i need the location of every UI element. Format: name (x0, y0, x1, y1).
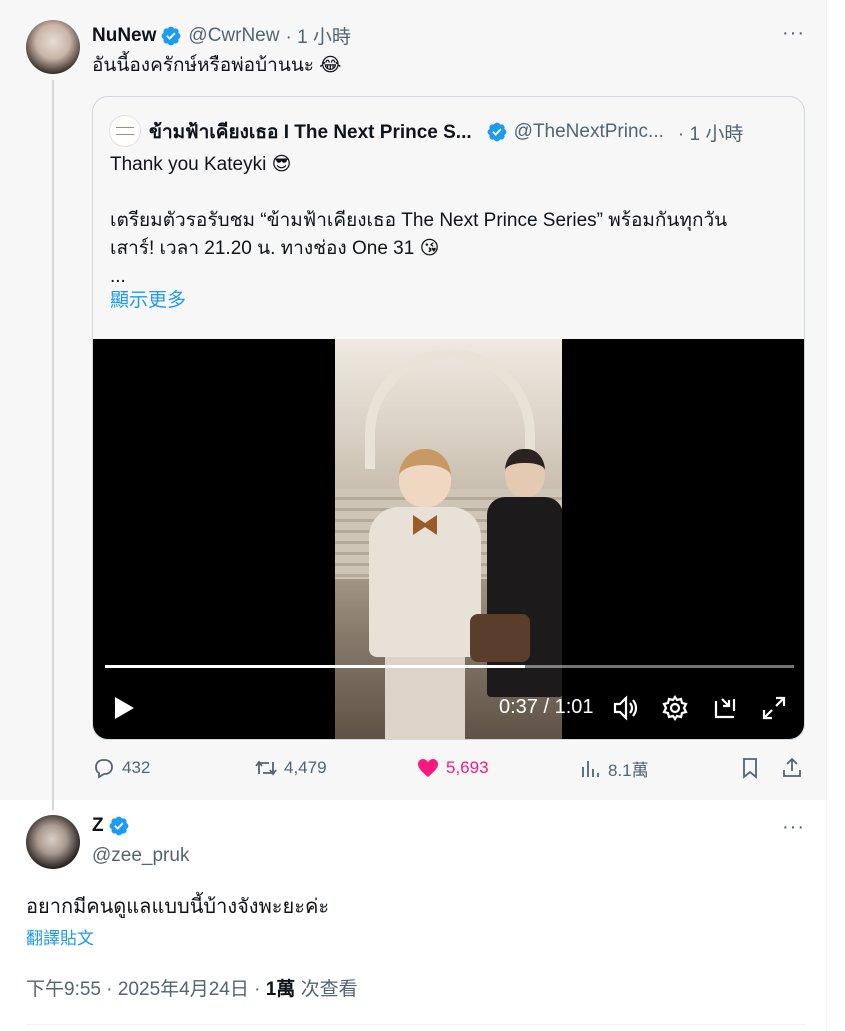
quote-author-handle[interactable]: @TheNextPrinc... (514, 121, 664, 143)
quote-text-line1: Thank you Kateyki 😎 (110, 154, 292, 175)
show-more-link[interactable]: 顯示更多 (110, 287, 186, 315)
video-progress-bar[interactable] (105, 665, 794, 668)
quote-text-line2: เตรียมตัวรอรับชม “ข้ามฟ้าเคียงเธอ The Ne… (110, 210, 728, 231)
parent-header: NuNew @CwrNew · 1 小時 (92, 22, 351, 49)
translate-link[interactable]: 翻譯貼文 (26, 925, 94, 953)
parent-tweet[interactable]: NuNew @CwrNew · 1 小時 ··· อันนี้องครักษ์ห… (0, 0, 826, 810)
views-button[interactable]: 8.1萬 (578, 756, 649, 781)
quote-header: ข้ามฟ้าเคียงเธอ I The Next Prince S... @… (149, 117, 743, 147)
views-count: 8.1萬 (608, 761, 649, 780)
play-icon[interactable] (109, 693, 139, 723)
settings-icon[interactable] (660, 693, 690, 723)
video-player[interactable]: 0:37 / 1:01 (93, 339, 804, 739)
video-time: 0:37 / 1:01 (499, 696, 594, 718)
author-name[interactable]: Z (92, 815, 104, 837)
reply-header: Z (92, 815, 130, 837)
repost-count: 4,479 (284, 758, 327, 777)
more-options-icon[interactable]: ··· (782, 816, 805, 839)
share-icon (783, 757, 801, 777)
dock-icon[interactable] (710, 693, 740, 723)
quote-avatar[interactable] (109, 115, 141, 147)
author-handle[interactable]: @CwrNew (188, 25, 279, 47)
like-button[interactable]: 5,693 (416, 756, 489, 780)
like-count: 5,693 (446, 758, 489, 777)
verified-badge-icon (487, 122, 507, 142)
quoted-tweet[interactable]: ข้ามฟ้าเคียงเธอ I The Next Prince S... @… (92, 96, 805, 740)
video-progress-fill (105, 665, 526, 668)
reply-button[interactable]: 432 (92, 756, 150, 780)
bookmark-button[interactable] (738, 756, 768, 780)
avatar[interactable] (26, 20, 80, 74)
repost-button[interactable]: 4,479 (254, 756, 327, 780)
more-options-icon[interactable]: ··· (782, 22, 805, 45)
bookmark-icon (743, 758, 757, 779)
fullscreen-icon[interactable] (759, 693, 789, 723)
views-icon (582, 760, 599, 777)
author-name[interactable]: NuNew (92, 25, 156, 47)
post-time[interactable]: · 1 小時 (285, 22, 350, 49)
column-border (826, 0, 827, 1031)
divider (26, 1024, 806, 1025)
video-frame (335, 339, 562, 739)
timestamp[interactable]: 下午9:55 · 2025年4月24日 · (26, 979, 266, 1000)
quote-post-time[interactable]: · 1 小時 (678, 119, 743, 146)
reply-icon (95, 759, 113, 779)
quote-text-line3: เสาร์! เวลา 21.20 น. ทางช่อง One 31 😘 (110, 238, 440, 259)
tweet-meta: 下午9:55 · 2025年4月24日 · 1萬 次查看 (26, 974, 358, 1001)
action-bar: 432 4,479 5,693 8.1萬 (92, 756, 805, 786)
tweet-thread: NuNew @CwrNew · 1 小時 ··· อันนี้องครักษ์ห… (0, 0, 845, 1031)
share-button[interactable] (780, 756, 810, 780)
heart-icon (418, 759, 438, 777)
tweet-text: อันนี้องครักษ์หรือพ่อบ้านนะ 😂 (92, 55, 342, 76)
verified-badge-icon (109, 816, 129, 836)
tweet-text: อยากมีคนดูแลแบบนี้บ้างจังพะยะค่ะ (26, 896, 330, 918)
quote-author-name[interactable]: ข้ามฟ้าเคียงเธอ I The Next Prince S... (149, 117, 472, 147)
thread-line (52, 80, 54, 810)
verified-badge-icon (162, 26, 181, 45)
view-label: 次查看 (295, 979, 358, 1000)
view-count: 1萬 (265, 979, 296, 1000)
avatar[interactable] (26, 815, 80, 869)
volume-icon[interactable] (611, 693, 641, 723)
reply-count: 432 (122, 758, 151, 777)
repost-icon (255, 760, 277, 776)
author-handle[interactable]: @zee_pruk (92, 845, 189, 867)
